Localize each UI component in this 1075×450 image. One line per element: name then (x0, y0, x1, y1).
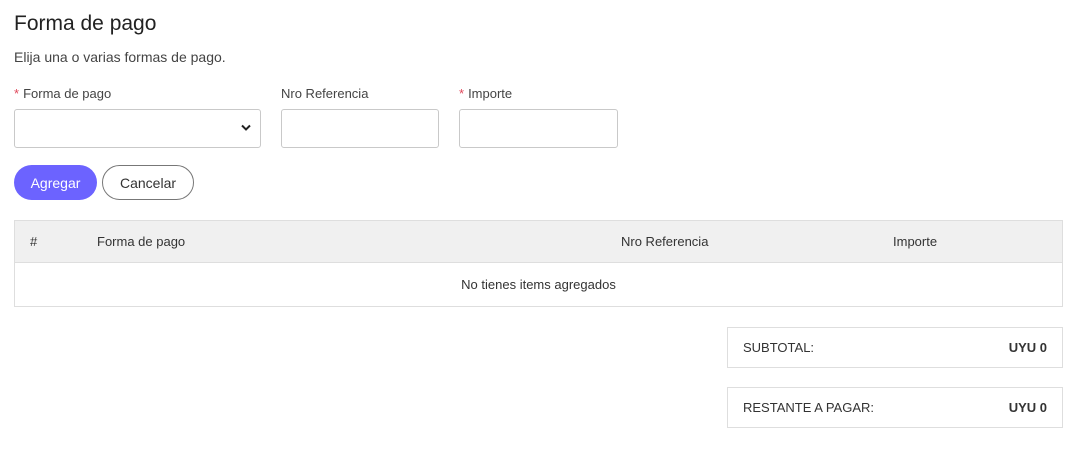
reference-field: Nro Referencia (281, 86, 439, 148)
amount-input[interactable] (459, 109, 618, 148)
payments-table: # Forma de pago Nro Referencia Importe N… (14, 220, 1063, 307)
subtotal-value: UYU 0 (1008, 340, 1047, 355)
add-button[interactable]: Agregar (14, 165, 97, 200)
column-header-index: # (30, 234, 38, 249)
amount-label: Importe (468, 86, 513, 101)
remaining-value: UYU 0 (1008, 400, 1047, 415)
reference-input[interactable] (281, 109, 439, 148)
empty-table-message: No tienes items agregados (461, 277, 616, 292)
table-header: # Forma de pago Nro Referencia Importe (15, 221, 1062, 263)
remaining-box: RESTANTE A PAGAR: UYU 0 (727, 387, 1063, 428)
subtotal-label: SUBTOTAL: (743, 340, 815, 355)
amount-field: * Importe (459, 86, 618, 148)
payment-method-label-row: * Forma de pago (14, 86, 111, 102)
required-mark: * (459, 86, 465, 101)
column-header-amount: Importe (893, 234, 938, 249)
reference-label: Nro Referencia (281, 86, 369, 101)
page-title: Forma de pago (14, 12, 157, 35)
required-mark: * (14, 86, 20, 101)
column-header-reference: Nro Referencia (621, 234, 709, 249)
payment-method-select[interactable] (14, 109, 261, 148)
column-header-payment-method: Forma de pago (97, 234, 186, 249)
cancel-button[interactable]: Cancelar (102, 165, 194, 200)
subtotal-box: SUBTOTAL: UYU 0 (727, 327, 1063, 368)
payment-method-label: Forma de pago (23, 86, 112, 101)
chevron-down-icon (241, 124, 251, 131)
amount-label-row: * Importe (459, 86, 512, 102)
page-subtitle: Elija una o varias formas de pago. (14, 49, 226, 65)
remaining-label: RESTANTE A PAGAR: (743, 400, 874, 415)
payment-method-field: * Forma de pago (14, 86, 261, 148)
